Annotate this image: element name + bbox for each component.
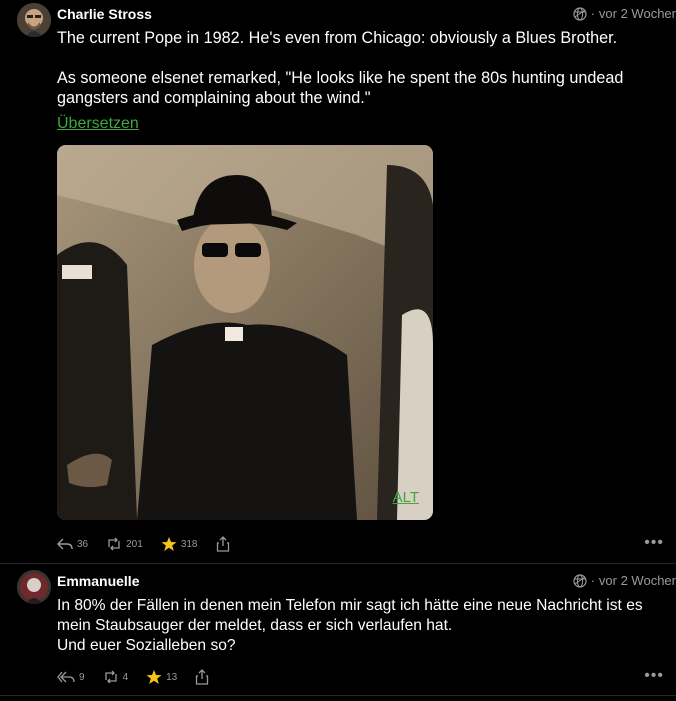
- timestamp[interactable]: vor 2 Wocher: [599, 573, 676, 588]
- star-icon: [161, 537, 177, 551]
- translate-link[interactable]: Übersetzen: [57, 115, 139, 133]
- divider: [0, 695, 676, 696]
- share-button[interactable]: [195, 669, 209, 685]
- post-line: mein Staubsauger der meldet, dass er sic…: [57, 617, 453, 634]
- post-line: Und euer Sozialleben so?: [57, 637, 236, 654]
- alt-badge[interactable]: ALT: [393, 489, 419, 506]
- globe-icon: [572, 6, 587, 21]
- separator: ·: [590, 573, 595, 588]
- boost-icon: [108, 537, 120, 551]
- author-name[interactable]: Emmanuelle: [57, 573, 139, 589]
- share-icon: [216, 536, 229, 552]
- globe-icon: [572, 573, 587, 588]
- reply-count: 36: [77, 538, 89, 550]
- separator: ·: [590, 6, 595, 21]
- post-line: In 80% der Fällen in denen mein Telefon …: [57, 597, 643, 614]
- post-actions: 36 201 318: [57, 534, 248, 554]
- divider: [0, 563, 676, 564]
- timestamp[interactable]: vor 2 Wocher: [599, 6, 676, 21]
- avatar[interactable]: [17, 570, 51, 604]
- boost-icon: [104, 670, 117, 684]
- post-meta: · vor 2 Wocher: [572, 6, 676, 21]
- reply-icon: [57, 538, 73, 550]
- reply-button[interactable]: 9: [57, 670, 85, 684]
- media-image[interactable]: ALT: [57, 145, 433, 520]
- more-icon[interactable]: •••: [644, 534, 664, 552]
- post-paragraph: As someone elsenet remarked, "He looks l…: [57, 69, 624, 107]
- author-name[interactable]: Charlie Stross: [57, 6, 152, 22]
- share-icon: [196, 669, 209, 685]
- more-icon[interactable]: •••: [644, 667, 664, 685]
- boost-button[interactable]: 201: [106, 537, 143, 551]
- post-meta: · vor 2 Wocher: [572, 573, 676, 588]
- post-actions: 9 4 13: [57, 667, 227, 687]
- favourite-count: 13: [166, 671, 178, 683]
- star-icon: [146, 670, 162, 684]
- post-content: In 80% der Fällen in denen mein Telefon …: [57, 596, 676, 656]
- post-paragraph: The current Pope in 1982. He's even from…: [57, 29, 618, 47]
- avatar[interactable]: [17, 3, 51, 37]
- reply-all-icon: [57, 671, 75, 683]
- reply-button[interactable]: 36: [57, 537, 88, 551]
- post-content: The current Pope in 1982. He's even from…: [57, 28, 657, 108]
- boost-button[interactable]: 4: [103, 670, 129, 684]
- reply-count: 9: [79, 671, 85, 683]
- favourite-count: 318: [180, 538, 198, 550]
- share-button[interactable]: [216, 536, 230, 552]
- boost-count: 4: [122, 671, 129, 683]
- boost-count: 201: [126, 538, 143, 550]
- favourite-button[interactable]: 318: [161, 536, 198, 552]
- favourite-button[interactable]: 13: [146, 669, 177, 685]
